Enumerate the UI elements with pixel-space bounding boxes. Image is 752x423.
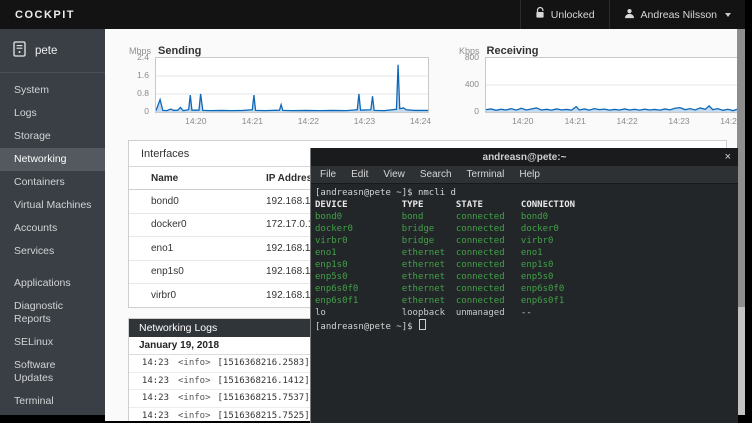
sidebar-item-containers[interactable]: Containers: [0, 171, 105, 194]
terminal-line: lo loopback unmanaged --: [315, 307, 738, 319]
x-tick-label: 14:20: [512, 116, 533, 126]
sidebar-item-system[interactable]: System: [0, 79, 105, 102]
sidebar-item-applications[interactable]: Applications: [0, 272, 105, 295]
sending-y-axis: 00.81.62.4: [127, 57, 155, 111]
sending-chart: Mbps Sending 00.81.62.4 14:2014:2114:221…: [127, 37, 427, 126]
host-name: pete: [35, 45, 57, 57]
log-time: 14:23: [129, 393, 169, 403]
terminal-titlebar[interactable]: andreasn@pete:~ ×: [311, 148, 738, 166]
interface-name: virbr0: [129, 290, 266, 301]
log-level: <info>: [178, 411, 211, 421]
log-time: 14:23: [129, 411, 169, 421]
unlock-icon: [535, 7, 545, 22]
receiving-chart: Kbps Receiving 0400800 14:2014:2114:2214…: [457, 37, 737, 126]
sidebar-item-services[interactable]: Services: [0, 240, 105, 263]
interface-name: enp1s0: [129, 266, 266, 277]
sidebar-item-terminal[interactable]: Terminal: [0, 390, 105, 413]
terminal-line: enp6s0f1 ethernet connected enp6s0f1: [315, 295, 738, 307]
terminal-line: enp1s0 ethernet connected enp1s0: [315, 259, 738, 271]
terminal-line: [andreasn@pete ~]$ nmcli d: [315, 187, 738, 199]
user-icon: [624, 8, 635, 22]
log-level: <info>: [178, 376, 211, 386]
cockpit-brand: COCKPIT: [0, 9, 75, 21]
terminal-line: bond0 bond connected bond0: [315, 211, 738, 223]
unlocked-button[interactable]: Unlocked: [520, 0, 609, 29]
interface-name: docker0: [129, 219, 266, 230]
terminal-cursor: [419, 319, 426, 330]
sidebar-item-selinux[interactable]: SELinux: [0, 331, 105, 354]
terminal-line: enp6s0f0 ethernet connected enp6s0f0: [315, 283, 738, 295]
topbar-actions: Unlocked Andreas Nilsson: [520, 0, 745, 29]
y-tick-label: 800: [465, 52, 479, 62]
x-tick-label: 14:24: [410, 116, 431, 126]
terminal-menu-terminal[interactable]: Terminal: [467, 169, 505, 180]
x-tick-label: 14:24: [720, 116, 737, 126]
sidebar-divider: [0, 72, 105, 73]
log-time: 14:23: [129, 358, 169, 368]
sidebar-item-logs[interactable]: Logs: [0, 102, 105, 125]
sidebar-item-storage[interactable]: Storage: [0, 125, 105, 148]
terminal-menu-file[interactable]: File: [320, 169, 336, 180]
close-icon[interactable]: ×: [725, 149, 731, 165]
interface-name: eno1: [129, 243, 266, 254]
chevron-down-icon: [725, 13, 731, 17]
terminal-line: DEVICE TYPE STATE CONNECTION: [315, 199, 738, 211]
terminal-menubar: File Edit View Search Terminal Help: [311, 166, 738, 184]
x-tick-label: 14:21: [565, 116, 586, 126]
interface-name: bond0: [129, 196, 266, 207]
cockpit-topbar: COCKPIT Unlocked Andreas Nilsson: [0, 0, 745, 29]
sidebar: pete SystemLogsStorageNetworkingContaine…: [0, 29, 105, 415]
column-name: Name: [129, 173, 266, 184]
y-tick-label: 2.4: [137, 52, 149, 62]
terminal-menu-help[interactable]: Help: [519, 169, 540, 180]
terminal-output[interactable]: [andreasn@pete ~]$ nmcli dDEVICE TYPE ST…: [311, 184, 738, 423]
terminal-line: eno1 ethernet connected eno1: [315, 247, 738, 259]
terminal-menu-view[interactable]: View: [383, 169, 405, 180]
x-tick-label: 14:23: [668, 116, 689, 126]
user-menu-button[interactable]: Andreas Nilsson: [609, 0, 745, 29]
server-icon: [13, 41, 27, 60]
terminal-title: andreasn@pete:~: [483, 152, 567, 163]
sidebar-item-virtual-machines[interactable]: Virtual Machines: [0, 194, 105, 217]
unlocked-label: Unlocked: [551, 9, 595, 21]
y-tick-label: 0: [144, 106, 149, 116]
x-tick-label: 14:22: [298, 116, 319, 126]
y-tick-label: 0.8: [137, 88, 149, 98]
sidebar-nav: SystemLogsStorageNetworkingContainersVir…: [0, 79, 105, 413]
user-name-label: Andreas Nilsson: [641, 9, 717, 21]
log-level: <info>: [178, 393, 211, 403]
sending-plot-area: [155, 57, 429, 113]
receiving-plot-area: [485, 57, 737, 113]
log-level: <info>: [178, 358, 211, 368]
sidebar-item-accounts[interactable]: Accounts: [0, 217, 105, 240]
y-tick-label: 0: [474, 106, 479, 116]
sidebar-item-diagnostic-reports[interactable]: Diagnostic Reports: [0, 295, 105, 331]
host-selector[interactable]: pete: [0, 29, 105, 70]
terminal-line: enp5s0 ethernet connected enp5s0: [315, 271, 738, 283]
receiving-x-axis: 14:20 14:21 14:22 14:23 14:24: [485, 113, 737, 126]
sending-title: Sending: [158, 45, 201, 57]
scrollbar-thumb[interactable]: [737, 307, 745, 415]
y-tick-label: 400: [465, 79, 479, 89]
terminal-line: virbr0 bridge connected virbr0: [315, 235, 738, 247]
y-tick-label: 1.6: [137, 70, 149, 80]
x-tick-label: 14:20: [185, 116, 206, 126]
x-tick-label: 14:23: [354, 116, 375, 126]
receiving-title: Receiving: [487, 45, 539, 57]
terminal-menu-search[interactable]: Search: [420, 169, 452, 180]
sending-x-axis: 14:2014:2114:2214:2314:24: [155, 113, 427, 126]
page-scrollbar[interactable]: [737, 29, 745, 415]
terminal-line: docker0 bridge connected docker0: [315, 223, 738, 235]
x-tick-label: 14:21: [242, 116, 263, 126]
x-tick-label: 14:22: [616, 116, 637, 126]
log-time: 14:23: [129, 376, 169, 386]
terminal-line: [andreasn@pete ~]$: [315, 319, 738, 331]
receiving-y-axis: 0400800: [457, 57, 485, 111]
sidebar-item-software-updates[interactable]: Software Updates: [0, 354, 105, 390]
terminal-menu-edit[interactable]: Edit: [351, 169, 368, 180]
terminal-window: andreasn@pete:~ × File Edit View Search Term…: [310, 148, 738, 423]
desktop: COCKPIT Unlocked Andreas Nilsson pete: [0, 0, 752, 423]
sidebar-item-networking[interactable]: Networking: [0, 148, 105, 171]
